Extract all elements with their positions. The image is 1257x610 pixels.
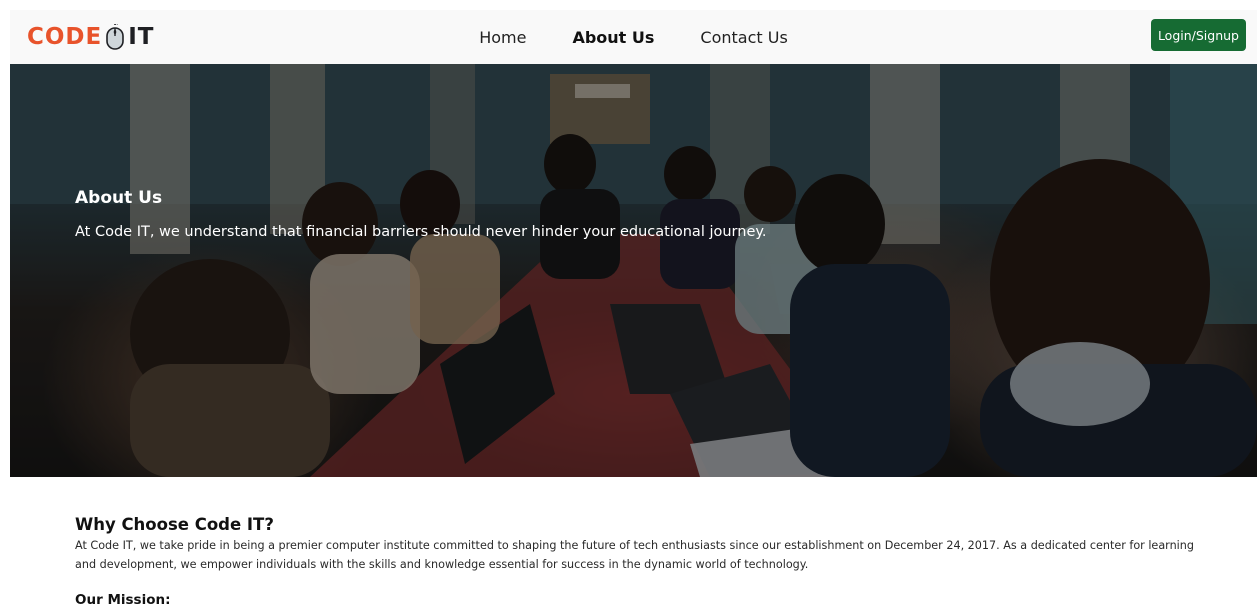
hero-banner: About Us At Code IT, we understand that … bbox=[10, 64, 1257, 477]
nav-link-about-us[interactable]: About Us bbox=[572, 28, 654, 47]
nav-link-home[interactable]: Home bbox=[479, 28, 526, 47]
logo-code-text: CODE bbox=[27, 24, 103, 50]
why-choose-text: At Code IT, we take pride in being a pre… bbox=[75, 539, 1194, 571]
brand-logo[interactable]: CODE IT bbox=[27, 22, 155, 51]
nav-link-contact-us[interactable]: Contact Us bbox=[700, 28, 787, 47]
login-signup-button[interactable]: Login/Signup bbox=[1150, 19, 1246, 51]
navbar: CODE IT Home About Us Contact Us Login/S… bbox=[10, 10, 1257, 64]
why-choose-section: Why Choose Code IT? At Code IT, we take … bbox=[75, 515, 1215, 574]
why-choose-title: Why Choose Code IT? bbox=[75, 515, 274, 534]
hero-title: About Us bbox=[75, 188, 163, 208]
logo-it-text: IT bbox=[128, 24, 155, 50]
hero-overlay bbox=[10, 64, 1257, 477]
mouse-icon bbox=[105, 22, 125, 50]
main-nav: Home About Us Contact Us bbox=[10, 10, 1257, 64]
hero-subtitle: At Code IT, we understand that financial… bbox=[75, 224, 767, 240]
mission-title: Our Mission: bbox=[75, 592, 171, 608]
